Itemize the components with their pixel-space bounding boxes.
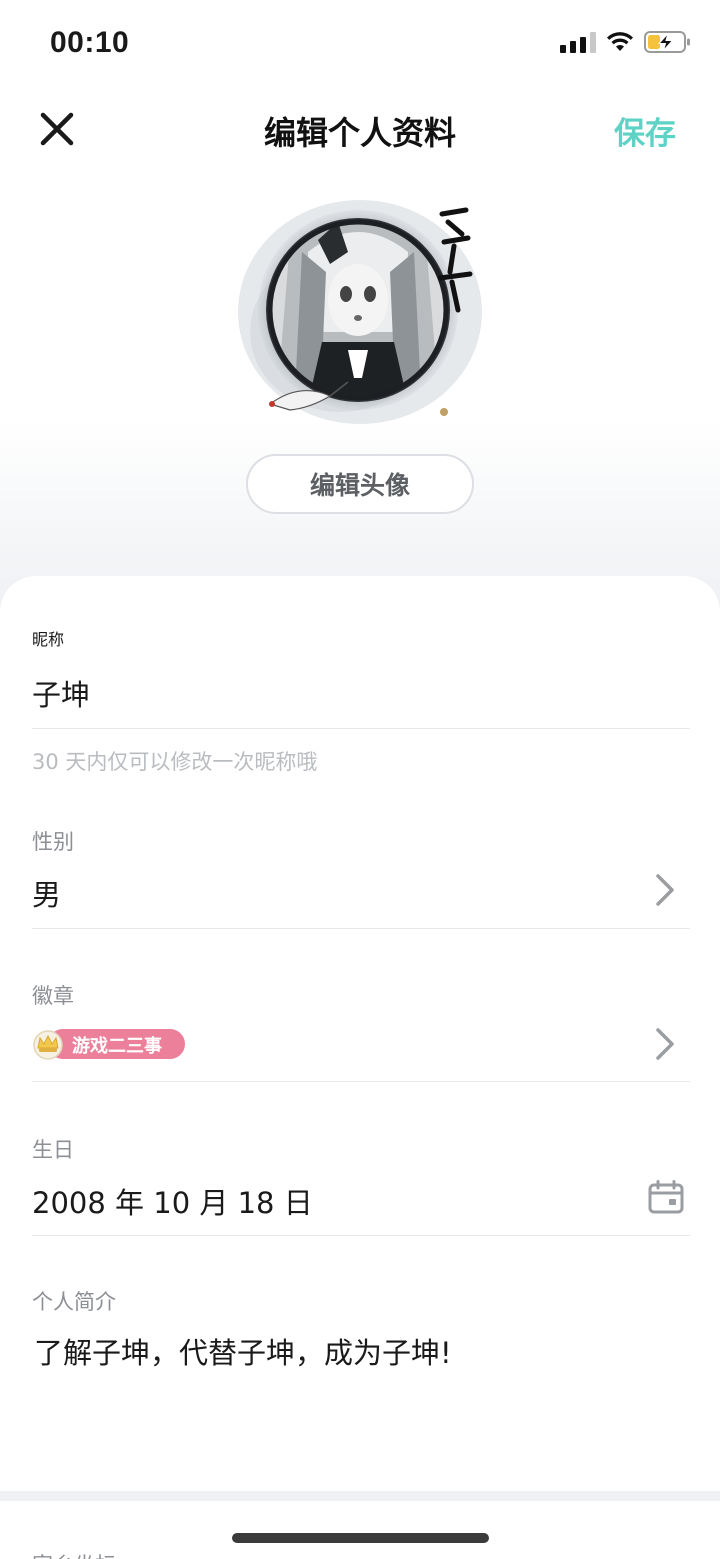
birthday-label: 生日: [32, 1138, 74, 1162]
crown-badge-icon: [33, 1030, 63, 1060]
badge-chevron-right-icon[interactable]: [652, 1026, 678, 1062]
bio-label: 个人简介: [32, 1290, 116, 1314]
birthday-value[interactable]: 2008 年 10 月 18 日: [32, 1180, 690, 1222]
status-time: 00:10: [50, 26, 130, 59]
nickname-label: 昵称: [32, 630, 65, 649]
edit-avatar-button[interactable]: 编辑头像: [246, 454, 474, 514]
badge-chip[interactable]: 游戏二三事: [32, 1028, 185, 1060]
next-section: 家乡坐标: [0, 1501, 720, 1559]
divider: [32, 1081, 690, 1082]
avatar-image: [238, 200, 482, 424]
save-button[interactable]: 保存: [614, 108, 676, 153]
gender-chevron-right-icon[interactable]: [652, 872, 678, 908]
status-icons: [560, 30, 692, 54]
status-bar: 00:10: [0, 0, 720, 88]
calendar-icon[interactable]: [648, 1180, 684, 1214]
section-separator: [0, 1491, 720, 1501]
page-title: 编辑个人资料: [263, 114, 456, 152]
edit-profile-screen: 00:10 编辑个人资料 保存 编辑头像 昵称 子坤 30 天内仅可以修改一次昵…: [0, 0, 720, 1559]
next-section-label: 家乡坐标: [32, 1549, 116, 1559]
divider: [32, 728, 690, 729]
nickname-hint: 30 天内仅可以修改一次昵称哦: [32, 750, 318, 774]
signal-icon: [560, 31, 596, 53]
home-indicator[interactable]: [232, 1533, 489, 1543]
divider: [32, 1235, 690, 1236]
nickname-input[interactable]: 子坤: [32, 672, 690, 714]
badge-label: 徽章: [32, 984, 74, 1008]
profile-form: 昵称 子坤 30 天内仅可以修改一次昵称哦 性别 男 徽章 游戏二三事 生日 2…: [0, 576, 720, 1491]
bio-textarea[interactable]: 了解子坤，代替子坤，成为子坤!: [34, 1330, 692, 1372]
battery-charging-icon: [644, 31, 690, 53]
gender-label: 性别: [32, 830, 74, 854]
badge-text: 游戏二三事: [72, 1036, 162, 1057]
nav-bar: 编辑个人资料 保存: [0, 90, 720, 166]
divider: [32, 928, 690, 929]
gender-value[interactable]: 男: [32, 872, 690, 914]
wifi-icon: [607, 32, 633, 51]
avatar[interactable]: [230, 182, 490, 442]
